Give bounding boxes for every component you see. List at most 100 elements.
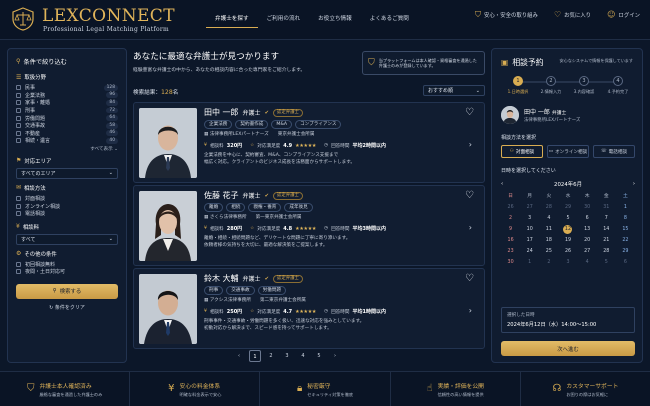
calendar-day[interactable]: 30 xyxy=(501,258,520,267)
lawyer-card[interactable]: 鈴木 大輔 弁護士 ✔ 認定弁護士 刑事 交通事故 労働問題 ▦ アクシス法律事務所 第二東… xyxy=(133,268,485,349)
lawyer-name[interactable]: 鈴木 大輔 xyxy=(204,273,239,284)
brand-name[interactable]: LEXCONNECT xyxy=(42,6,175,26)
nav-tips[interactable]: お役立ち情報 xyxy=(309,10,361,28)
calendar-day[interactable]: 3 xyxy=(520,214,539,223)
calendar-day[interactable]: 29 xyxy=(616,247,635,256)
show-all-fields-link[interactable]: すべて表示 ⌄ xyxy=(16,146,118,152)
field-checkbox[interactable]: 交通事故 58 xyxy=(16,122,118,130)
checkbox[interactable] xyxy=(16,138,21,144)
calendar-day[interactable]: 7 xyxy=(597,214,616,223)
calendar-day[interactable]: 5 xyxy=(597,258,616,267)
next-step-button[interactable]: 次へ進む xyxy=(501,341,635,356)
calendar-day[interactable]: 25 xyxy=(539,247,558,256)
calendar-day[interactable]: 30 xyxy=(578,203,597,212)
favorite-heart-icon[interactable]: ♡ xyxy=(465,191,474,201)
next-page-button[interactable]: › xyxy=(329,350,341,362)
favorite-heart-icon[interactable]: ♡ xyxy=(465,274,474,284)
page-button[interactable]: 3 xyxy=(281,350,293,362)
chevron-right-icon[interactable]: › xyxy=(469,140,472,149)
nav-flow[interactable]: ご利用の流れ xyxy=(258,10,310,28)
method-in-person-button[interactable]: ⚇ 対面相談 xyxy=(501,145,543,158)
prev-month-button[interactable]: ‹ xyxy=(501,181,503,187)
header-login-link[interactable]: ☺ ログイン xyxy=(607,11,640,20)
calendar-day[interactable]: 11 xyxy=(539,225,558,234)
calendar-day[interactable]: 26 xyxy=(558,247,577,256)
calendar-day[interactable]: 27 xyxy=(520,203,539,212)
chevron-right-icon[interactable]: › xyxy=(469,223,472,232)
header-favorites-link[interactable]: ♡ お気に入り xyxy=(554,11,591,20)
calendar-day[interactable]: 15 xyxy=(616,225,635,234)
lawyer-card[interactable]: 佐藤 花子 弁護士 ✔ 認定弁護士 離婚 相続 親権・養育 成年後見 ▦ さくら法律事務所 第… xyxy=(133,185,485,266)
calendar-day[interactable]: 4 xyxy=(578,258,597,267)
calendar-day[interactable]: 18 xyxy=(539,236,558,245)
calendar-day[interactable]: 5 xyxy=(558,214,577,223)
prev-page-button[interactable]: ‹ xyxy=(233,350,245,362)
calendar-day[interactable]: 28 xyxy=(597,247,616,256)
field-checkbox[interactable]: 労働問題 64 xyxy=(16,114,118,122)
sort-select[interactable]: おすすめ順 ⌄ xyxy=(423,85,485,96)
field-checkbox[interactable]: 企業法務 96 xyxy=(16,92,118,100)
calendar-day[interactable]: 26 xyxy=(501,203,520,212)
checkbox[interactable] xyxy=(16,115,21,121)
page-button[interactable]: 4 xyxy=(297,350,309,362)
lawyer-card[interactable]: 田中 一郎 弁護士 ✔ 認定弁護士 企業法務 契約書作成 M&A コンプライアンス ▦ 法律… xyxy=(133,102,485,183)
checkbox[interactable] xyxy=(16,211,21,217)
page-button[interactable]: 1 xyxy=(249,350,261,362)
field-checkbox[interactable]: 家事・離婚 84 xyxy=(16,99,118,107)
method-checkbox[interactable]: オンライン相談 xyxy=(16,202,118,210)
page-button[interactable]: 2 xyxy=(265,350,277,362)
checkbox[interactable] xyxy=(16,130,21,136)
calendar-day[interactable]: 19 xyxy=(558,236,577,245)
next-month-button[interactable]: › xyxy=(633,181,635,187)
nav-find-lawyer[interactable]: 弁護士を探す xyxy=(206,10,258,28)
calendar-day[interactable]: 22 xyxy=(616,236,635,245)
search-button[interactable]: ⚲ 検索する xyxy=(16,283,118,299)
favorite-heart-icon[interactable]: ♡ xyxy=(465,108,474,118)
calendar-day[interactable]: 10 xyxy=(520,225,539,234)
calendar-day[interactable]: 14 xyxy=(597,225,616,234)
calendar-day[interactable]: 2 xyxy=(539,258,558,267)
checkbox[interactable] xyxy=(16,123,21,129)
clear-filters-link[interactable]: ↻ 条件をクリア xyxy=(16,304,118,311)
other-checkbox[interactable]: 初回相談無料 xyxy=(16,261,118,269)
calendar-day[interactable]: 16 xyxy=(501,236,520,245)
method-checkbox[interactable]: 電話相談 xyxy=(16,210,118,218)
checkbox[interactable] xyxy=(16,269,21,275)
calendar-day[interactable]: 2 xyxy=(501,214,520,223)
calendar-day[interactable]: 28 xyxy=(539,203,558,212)
calendar-day[interactable]: 8 xyxy=(616,214,635,223)
checkbox[interactable] xyxy=(16,100,21,106)
calendar-day[interactable]: 6 xyxy=(578,214,597,223)
calendar-day[interactable]: 3 xyxy=(558,258,577,267)
checkbox[interactable] xyxy=(16,203,21,209)
calendar-day[interactable]: 6 xyxy=(616,258,635,267)
area-select[interactable]: すべてのエリア ⌄ xyxy=(16,167,118,179)
calendar-day[interactable]: 23 xyxy=(501,247,520,256)
lawyer-name[interactable]: 田中 一郎 xyxy=(204,107,239,118)
checkbox[interactable] xyxy=(16,108,21,114)
chevron-right-icon[interactable]: › xyxy=(469,306,472,315)
other-checkbox[interactable]: 夜間・土日対応可 xyxy=(16,268,118,276)
field-checkbox[interactable]: 相続・遺言 40 xyxy=(16,137,118,145)
nav-faq[interactable]: よくあるご質問 xyxy=(361,10,418,28)
calendar-day[interactable]: 13 xyxy=(578,225,597,234)
scales-logo-icon[interactable] xyxy=(11,7,35,31)
lawyer-name[interactable]: 佐藤 花子 xyxy=(204,190,239,201)
calendar-day[interactable]: 29 xyxy=(558,203,577,212)
calendar-day[interactable]: 27 xyxy=(578,247,597,256)
calendar-day[interactable]: 12 xyxy=(558,225,577,234)
calendar-day[interactable]: 21 xyxy=(597,236,616,245)
checkbox[interactable] xyxy=(16,92,21,98)
calendar-day[interactable]: 31 xyxy=(597,203,616,212)
method-online-button[interactable]: ▭ オンライン相談 xyxy=(547,145,589,158)
fee-select[interactable]: すべて ⌄ xyxy=(16,233,118,245)
field-checkbox[interactable]: 刑事 72 xyxy=(16,107,118,115)
calendar-day[interactable]: 24 xyxy=(520,247,539,256)
calendar-day[interactable]: 20 xyxy=(578,236,597,245)
calendar-day[interactable]: 1 xyxy=(520,258,539,267)
checkbox[interactable] xyxy=(16,196,21,202)
checkbox[interactable] xyxy=(16,85,21,91)
calendar-day[interactable]: 1 xyxy=(616,203,635,212)
calendar-day[interactable]: 4 xyxy=(539,214,558,223)
field-checkbox[interactable]: 不動産 46 xyxy=(16,130,118,138)
